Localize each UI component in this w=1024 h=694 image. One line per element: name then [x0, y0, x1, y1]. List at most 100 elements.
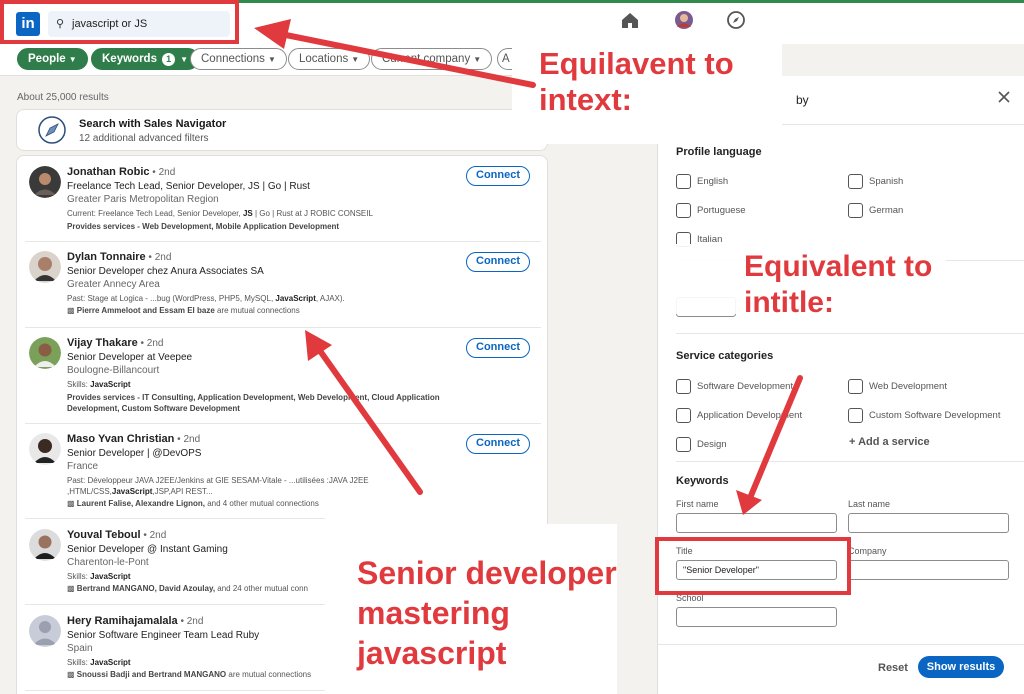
- sales-navigator-card[interactable]: Search with Sales Navigator 12 additiona…: [16, 109, 548, 151]
- mutual-names: Bertrand MANGANO, David Azoulay,: [76, 584, 216, 593]
- results-count: About 25,000 results: [17, 92, 109, 103]
- connect-button[interactable]: Connect: [466, 434, 530, 454]
- snippet-text: | Go | Rust at J ROBIC CONSEIL: [252, 209, 373, 218]
- profile-snippet: Past: Développeur JAVA J2EE/Jenkins at G…: [67, 475, 397, 497]
- snippet-text: Skills:: [67, 380, 91, 389]
- avatar[interactable]: [29, 166, 61, 198]
- show-results-button[interactable]: Show results: [918, 656, 1004, 678]
- custom-software-development-label: Custom Software Development: [869, 410, 1001, 421]
- avatar[interactable]: [29, 433, 61, 465]
- avatar[interactable]: [29, 529, 61, 561]
- caret-down-icon: ▼: [180, 55, 189, 64]
- keywords-filter-button[interactable]: Keywords 1 ▼: [91, 48, 200, 70]
- people-icon: ▩: [67, 670, 75, 679]
- people-filter-button[interactable]: People ▼: [17, 48, 88, 70]
- service-categories-heading: Service categories: [676, 350, 774, 362]
- profile-snippet: Past: Stage at Logica - ...bug (WordPres…: [67, 293, 467, 304]
- last-name-field[interactable]: [848, 513, 1009, 533]
- sales-navigator-title: Search with Sales Navigator: [79, 118, 227, 130]
- snippet-text: Current: Freelance Tech Lead, Senior Dev…: [67, 209, 243, 218]
- connect-button[interactable]: Connect: [466, 166, 530, 186]
- spanish-checkbox[interactable]: [848, 174, 863, 189]
- people-icon: ▩: [67, 499, 75, 508]
- design-label: Design: [697, 439, 727, 450]
- snippet-text: Past: Stage at Logica - ...bug (WordPres…: [67, 294, 276, 303]
- title-highlight-box: [655, 537, 851, 595]
- home-icon[interactable]: [619, 9, 641, 31]
- company-label: Company: [848, 546, 887, 556]
- snippet-highlight: JavaScript: [90, 380, 131, 389]
- profile-name[interactable]: Vijay Thakare • 2nd: [67, 337, 163, 349]
- profile-location: Spain: [67, 643, 93, 654]
- divider: [25, 518, 325, 519]
- profile-name[interactable]: Maso Yvan Christian • 2nd: [67, 433, 200, 445]
- compass-icon: [38, 116, 66, 144]
- divider: [676, 461, 1024, 462]
- more-filters-label: A: [502, 53, 510, 65]
- first-name-label: First name: [676, 499, 719, 509]
- custom-software-development-checkbox[interactable]: [848, 408, 863, 423]
- people-icon: ▩: [67, 306, 75, 315]
- profile-name[interactable]: Youval Teboul • 2nd: [67, 529, 166, 541]
- snippet-highlight: JavaScript: [111, 487, 153, 496]
- reset-button[interactable]: Reset: [878, 662, 908, 674]
- profile-name-text: Hery Ramihajamalala: [67, 615, 178, 627]
- keywords-label: Keywords: [102, 53, 157, 65]
- mutual-connections: ▩ Snoussi Badji and Bertrand MANGANO are…: [67, 670, 311, 679]
- profile-name-text: Youval Teboul: [67, 529, 141, 541]
- divider: [25, 327, 541, 328]
- web-development-checkbox[interactable]: [848, 379, 863, 394]
- mutual-names: Pierre Ammeloot and Essam El baze: [76, 306, 215, 315]
- company-field[interactable]: [848, 560, 1009, 580]
- snippet-text: Skills:: [67, 658, 91, 667]
- caret-down-icon: ▼: [68, 55, 77, 64]
- profile-location: Boulogne-Billancourt: [67, 365, 160, 376]
- mutual-text: and 4 other mutual connections: [204, 499, 319, 508]
- divider: [25, 690, 325, 691]
- portuguese-checkbox[interactable]: [676, 203, 691, 218]
- profile-name-text: Jonathan Robic: [67, 166, 150, 178]
- connect-button[interactable]: Connect: [466, 338, 530, 358]
- application-development-checkbox[interactable]: [676, 408, 691, 423]
- senior-developer-annotation: Senior developer mastering javascript: [357, 555, 617, 671]
- profile-name[interactable]: Hery Ramihajamalala • 2nd: [67, 615, 203, 627]
- mutual-text: are mutual connections: [226, 670, 312, 679]
- locations-label: Locations: [299, 53, 349, 65]
- profile-headline: Senior Developer at Veepee: [67, 352, 193, 363]
- filter-bar: People ▼ Keywords 1 ▼ Connections ▼ Locatio…: [0, 44, 515, 76]
- profile-headline: Senior Developer @ Instant Gaming: [67, 544, 228, 555]
- profile-location: Charenton-le-Pont: [67, 557, 149, 568]
- profile-name[interactable]: Jonathan Robic • 2nd: [67, 166, 175, 178]
- web-development-label: Web Development: [869, 381, 947, 392]
- profile-name[interactable]: Dylan Tonnaire • 2nd: [67, 251, 171, 263]
- avatar[interactable]: [29, 615, 61, 647]
- compass-icon[interactable]: [725, 9, 747, 31]
- mutual-names: Snoussi Badji and Bertrand MANGANO: [76, 670, 227, 679]
- avatar[interactable]: [29, 337, 61, 369]
- mutual-connections: ▩ Laurent Falise, Alexandre Lignon, and …: [67, 499, 319, 508]
- first-name-field[interactable]: [676, 513, 837, 533]
- profile-avatar-icon[interactable]: [673, 9, 695, 31]
- locations-filter-button[interactable]: Locations ▼: [288, 48, 371, 70]
- avatar[interactable]: [29, 251, 61, 283]
- caret-down-icon: ▼: [473, 55, 482, 64]
- german-checkbox[interactable]: [848, 203, 863, 218]
- connect-button[interactable]: Connect: [466, 252, 530, 272]
- divider: [676, 333, 1024, 334]
- divider: [658, 644, 1024, 645]
- school-field[interactable]: [676, 607, 837, 627]
- current-company-filter-button[interactable]: Current company ▼: [371, 48, 493, 70]
- connection-degree: • 2nd: [149, 167, 176, 178]
- add-service-button[interactable]: + Add a service: [849, 436, 930, 448]
- english-checkbox[interactable]: [676, 174, 691, 189]
- software-development-label: Software Development: [697, 381, 794, 392]
- last-name-label: Last name: [848, 499, 891, 509]
- design-checkbox[interactable]: [676, 437, 691, 452]
- connection-degree: • 2nd: [145, 252, 172, 263]
- caret-down-icon: ▼: [351, 55, 360, 64]
- connections-filter-button[interactable]: Connections ▼: [190, 48, 287, 70]
- mutual-connections: ▩ Bertrand MANGANO, David Azoulay, and 2…: [67, 584, 332, 593]
- close-icon[interactable]: [997, 90, 1011, 104]
- software-development-checkbox[interactable]: [676, 379, 691, 394]
- people-icon: ▩: [67, 584, 75, 593]
